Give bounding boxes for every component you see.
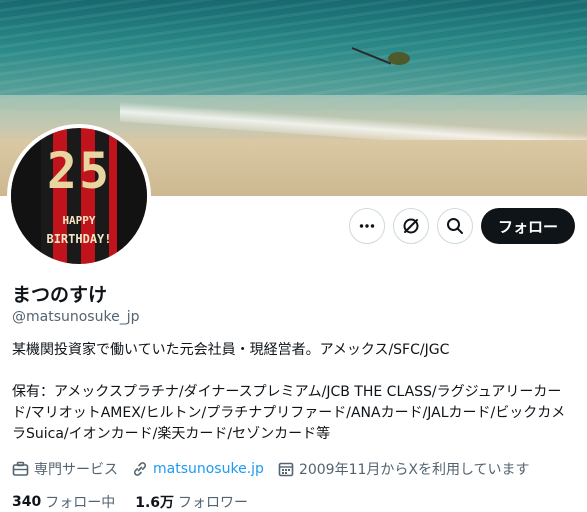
- follow-stats: 340 フォロー中 1.6万 フォロワー: [12, 492, 268, 512]
- banner-buoy: [388, 52, 410, 65]
- more-icon: [359, 224, 375, 228]
- avatar-text-line1: HAPPY: [62, 214, 96, 227]
- profile-avatar[interactable]: 25 HAPPY BIRTHDAY!: [7, 124, 151, 268]
- following-count: 340: [12, 494, 42, 510]
- briefcase-icon: [12, 461, 29, 476]
- user-handle: @matsunosuke_jp: [12, 309, 140, 325]
- link-icon: [133, 462, 147, 476]
- banner-water: [0, 0, 587, 110]
- avatar-image: 25 HAPPY BIRTHDAY!: [11, 128, 147, 264]
- search-button[interactable]: [437, 208, 473, 244]
- bio-line-1: 某機関投資家で働いていた元会社員・現経営者。アメックス/SFC/JGC: [12, 342, 450, 358]
- avatar-jersey-number: 25: [46, 142, 112, 200]
- avatar-text-line2: BIRTHDAY!: [46, 232, 112, 246]
- bio-spacer: [12, 361, 578, 382]
- grok-icon: [403, 218, 419, 234]
- following-link[interactable]: 340 フォロー中: [12, 492, 115, 512]
- grok-button[interactable]: [393, 208, 429, 244]
- follow-button[interactable]: フォロー: [481, 208, 575, 244]
- website-link[interactable]: matsunosuke.jp: [153, 461, 264, 477]
- search-icon: [447, 218, 463, 234]
- following-label: フォロー中: [45, 495, 116, 511]
- display-name: まつのすけ: [12, 284, 108, 306]
- profile-bio: 某機関投資家で働いていた元会社員・現経営者。アメックス/SFC/JGC 保有：ア…: [12, 340, 578, 445]
- calendar-icon: [278, 462, 294, 477]
- joined-date: 2009年11月からXを利用しています: [298, 462, 530, 478]
- more-button[interactable]: [349, 208, 385, 244]
- website-item[interactable]: matsunosuke.jp: [132, 461, 264, 477]
- profile-meta: 専門サービス matsunosuke.jp 2009年11月からXを利用していま…: [12, 459, 582, 479]
- followers-link[interactable]: 1.6万 フォロワー: [135, 492, 248, 512]
- bio-line-2: 保有：アメックスプラチナ/ダイナースプレミアム/JCB THE CLASS/ラグ…: [12, 384, 566, 442]
- joined-item: 2009年11月からXを利用しています: [278, 459, 530, 479]
- followers-label: フォロワー: [178, 495, 249, 511]
- category-label: 専門サービス: [34, 462, 118, 478]
- category-item: 専門サービス: [12, 459, 118, 479]
- followers-count: 1.6万: [135, 495, 175, 511]
